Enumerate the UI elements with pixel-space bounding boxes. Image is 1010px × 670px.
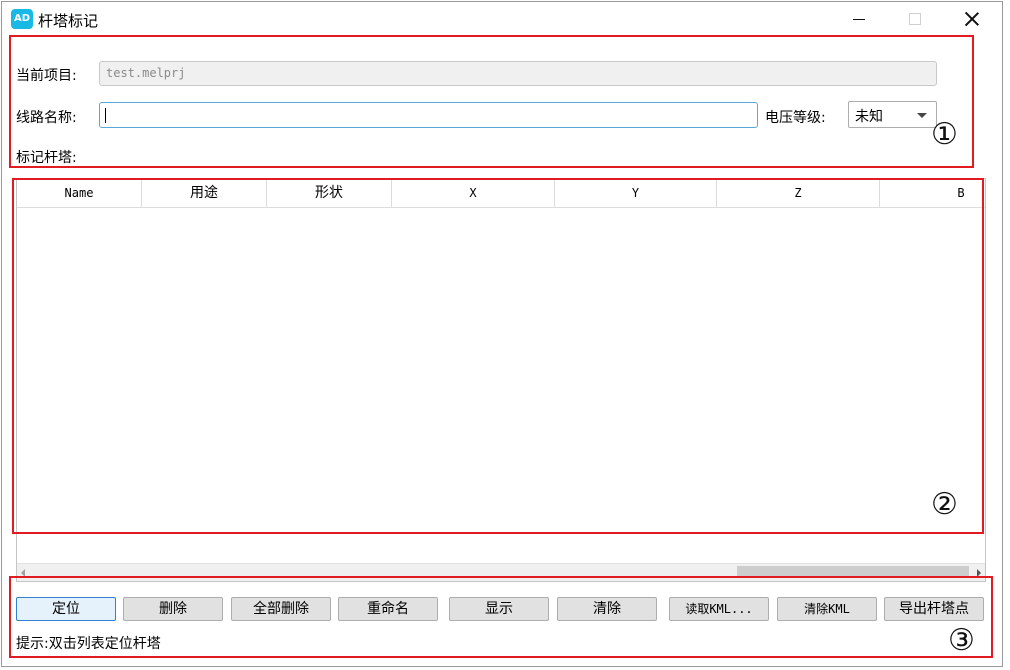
line-name-input[interactable] xyxy=(99,102,758,128)
project-field: test.melprj xyxy=(99,61,937,86)
text-caret xyxy=(105,108,106,123)
annotation-box-2 xyxy=(12,178,984,534)
delete-all-button[interactable]: 全部删除 xyxy=(231,597,331,621)
close-button[interactable] xyxy=(949,2,995,36)
maximize-button[interactable] xyxy=(892,2,938,36)
clear-button[interactable]: 清除 xyxy=(557,597,657,621)
read-kml-label: 读取KML... xyxy=(685,602,753,616)
project-label: 当前项目: xyxy=(16,68,77,84)
annotation-number-3: ③ xyxy=(948,623,975,658)
rename-button[interactable]: 重命名 xyxy=(338,597,438,621)
annotation-number-2: ② xyxy=(931,487,958,522)
app-logo-icon: AD xyxy=(11,9,33,29)
minimize-icon xyxy=(853,18,865,20)
maximize-icon xyxy=(909,13,921,25)
voltage-select[interactable]: 未知 xyxy=(848,101,937,128)
chevron-down-icon xyxy=(917,113,927,118)
voltage-label: 电压等级: xyxy=(765,110,826,126)
locate-button[interactable]: 定位 xyxy=(16,597,116,621)
close-icon xyxy=(965,12,979,26)
annotation-number-1: ① xyxy=(931,117,958,152)
hint-text: 提示:双击列表定位杆塔 xyxy=(16,636,161,652)
show-button[interactable]: 显示 xyxy=(449,597,549,621)
clear-kml-label: 清除KML xyxy=(804,602,850,616)
clear-kml-button[interactable]: 清除KML xyxy=(777,597,877,621)
line-name-label: 线路名称: xyxy=(16,110,77,126)
voltage-selected-value: 未知 xyxy=(855,109,883,125)
window-title: 杆塔标记 xyxy=(38,12,99,30)
minimize-button[interactable] xyxy=(836,2,882,36)
mark-towers-label: 标记杆塔: xyxy=(16,150,77,166)
read-kml-button[interactable]: 读取KML... xyxy=(669,597,769,621)
export-towers-button[interactable]: 导出杆塔点 xyxy=(884,597,984,621)
delete-button[interactable]: 删除 xyxy=(123,597,223,621)
